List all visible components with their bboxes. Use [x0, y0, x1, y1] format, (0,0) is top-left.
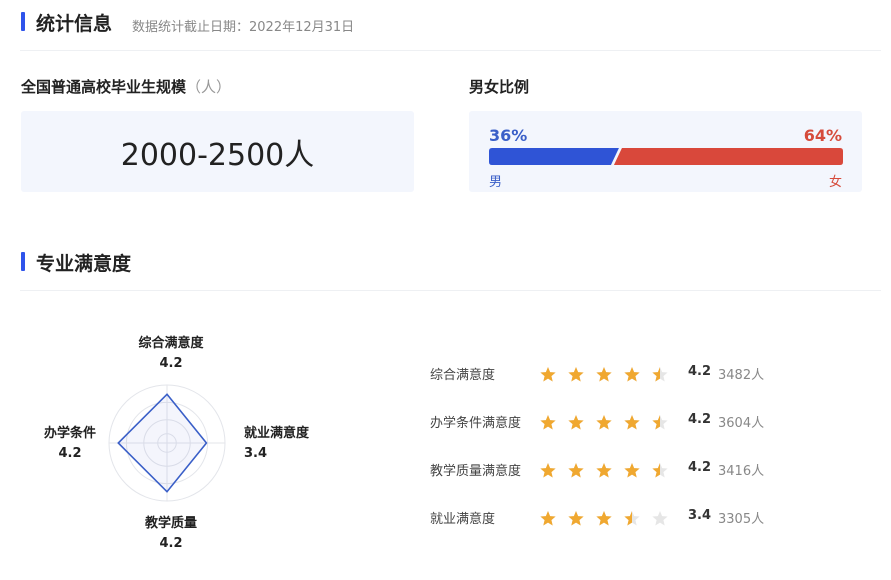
rating-row: 综合满意度 4.2 3482人 [430, 362, 870, 386]
graduates-label-text: 全国普通高校毕业生规模 [21, 78, 187, 96]
rating-score: 4.2 [688, 460, 712, 475]
rating-row: 办学条件满意度 4.2 3604人 [430, 410, 870, 434]
star-rating [540, 511, 668, 526]
star-icon [596, 463, 612, 478]
male-bar-segment [489, 148, 619, 165]
rating-count: 3305人 [718, 512, 765, 527]
gender-ratio-box: 36% 64% 男 女 [469, 111, 862, 192]
star-icon [624, 415, 640, 430]
satisfaction-section-title: 专业满意度 [36, 253, 132, 275]
rating-row: 就业满意度 3.4 3305人 [430, 506, 870, 530]
graduates-unit: （人） [186, 78, 232, 96]
radar-axis-value: 4.2 [159, 536, 183, 551]
star-icon [568, 511, 584, 526]
female-bar-segment [613, 148, 843, 165]
radar-axis-name: 就业满意度 [244, 426, 310, 441]
radar-axis-label: 办学条件 4.2 [30, 424, 110, 464]
gender-ratio-label: 男女比例 [469, 78, 530, 96]
rating-score: 3.4 [688, 508, 712, 523]
star-icon [568, 463, 584, 478]
rating-name: 教学质量满意度 [430, 464, 522, 479]
male-percent: 36% [489, 126, 528, 145]
star-rating [540, 415, 668, 430]
radar-axis-value: 4.2 [159, 356, 183, 371]
radar-axis-label: 综合满意度 4.2 [121, 334, 221, 374]
rating-count: 3416人 [718, 464, 765, 479]
radar-axis-label: 就业满意度 3.4 [244, 424, 309, 464]
rating-name: 办学条件满意度 [430, 416, 522, 431]
section-accent-bar [21, 12, 25, 31]
rating-name: 综合满意度 [430, 368, 496, 383]
stats-divider [20, 50, 881, 51]
graduates-value: 2000-2500人 [120, 137, 315, 173]
rating-name: 就业满意度 [430, 512, 496, 527]
rating-row: 教学质量满意度 4.2 3416人 [430, 458, 870, 482]
radar-axis-name: 教学质量 [144, 516, 197, 531]
rating-count: 3482人 [718, 368, 765, 383]
female-label: 女 [828, 175, 842, 190]
star-empty-icon [652, 511, 668, 526]
star-rating [540, 367, 668, 382]
radar-axis-name: 办学条件 [43, 426, 96, 441]
graduates-box: 2000-2500人 [21, 111, 414, 192]
female-percent: 64% [803, 126, 842, 145]
radar-axis-value: 4.2 [58, 446, 82, 461]
star-icon [540, 415, 556, 430]
satisfaction-divider [20, 290, 881, 291]
section-accent-bar [21, 252, 25, 271]
radar-axis-value: 3.4 [244, 446, 268, 461]
stats-cutoff-date: 数据统计截止日期：2022年12月31日 [132, 20, 355, 35]
star-icon [624, 463, 640, 478]
star-icon [596, 511, 612, 526]
star-icon [596, 415, 612, 430]
star-icon [568, 367, 584, 382]
star-icon [540, 511, 556, 526]
star-icon [540, 367, 556, 382]
star-icon [624, 367, 640, 382]
rating-count: 3604人 [718, 416, 765, 431]
rating-score: 4.2 [688, 364, 712, 379]
star-icon [568, 415, 584, 430]
stats-section-title: 统计信息 [36, 13, 113, 35]
radar-axis-label: 教学质量 4.2 [121, 514, 221, 554]
star-rating [540, 463, 668, 478]
star-icon [540, 463, 556, 478]
radar-axis-name: 综合满意度 [138, 336, 204, 351]
rating-score: 4.2 [688, 412, 712, 427]
star-icon [596, 367, 612, 382]
gender-ratio-bar [489, 148, 843, 165]
male-label: 男 [489, 175, 503, 190]
graduates-label: 全国普通高校毕业生规模（人） [21, 76, 231, 97]
